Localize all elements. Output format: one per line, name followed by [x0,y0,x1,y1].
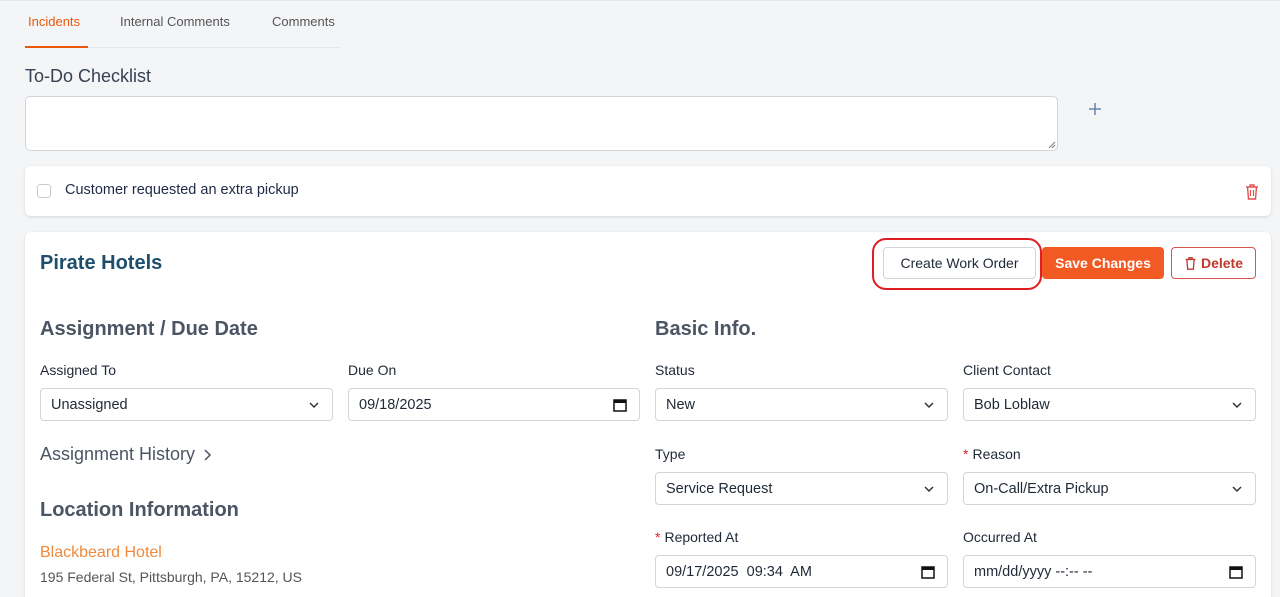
assignment-history-toggle[interactable]: Assignment History [40,444,213,465]
chevron-down-icon [924,402,934,409]
chevron-down-icon [1232,402,1242,409]
due-on-value: 09/18/2025 [359,396,432,413]
tab-incidents[interactable]: Incidents [28,14,80,29]
company-name: Pirate Hotels [40,252,163,274]
reason-label-text: Reason [972,446,1021,462]
tab-comments[interactable]: Comments [272,14,335,29]
due-on-label: Due On [348,362,397,378]
reported-at-value: 09/17/2025 09:34 AM [666,563,812,580]
reason-select[interactable]: On-Call/Extra Pickup [963,472,1256,505]
reason-value: On-Call/Extra Pickup [974,480,1109,497]
type-value: Service Request [666,480,773,497]
tab-bar: Incidents Internal Comments Comments [25,0,340,48]
required-marker: * [963,446,969,462]
location-name-link[interactable]: Blackbeard Hotel [40,544,162,562]
trash-icon[interactable] [1244,183,1260,201]
status-value: New [666,396,696,413]
todo-item: Customer requested an extra pickup [25,166,1271,216]
client-contact-label: Client Contact [963,362,1051,378]
required-marker: * [655,529,661,545]
chevron-down-icon [1232,486,1242,493]
client-contact-select[interactable]: Bob Loblaw [963,388,1256,421]
todo-item-checkbox[interactable] [37,184,51,198]
assigned-to-value: Unassigned [51,396,128,413]
active-tab-indicator [25,46,88,48]
type-label: Type [655,446,686,462]
occurred-at-label: Occurred At [963,529,1037,545]
client-contact-value: Bob Loblaw [974,396,1050,413]
location-address: 195 Federal St, Pittsburgh, PA, 15212, U… [40,569,303,585]
calendar-icon[interactable] [921,565,935,579]
delete-button[interactable]: Delete [1171,247,1256,279]
occurred-at-datetime-input[interactable]: mm/dd/yyyy --:-- -- [963,555,1256,588]
chevron-right-icon [204,448,212,461]
create-work-order-button[interactable]: Create Work Order [883,247,1036,279]
status-label: Status [655,362,695,378]
incident-card: Pirate Hotels Create Work Order Save Cha… [25,232,1271,597]
reported-at-label: * Reported At [655,529,738,545]
assigned-to-label: Assigned To [40,362,117,378]
save-changes-button[interactable]: Save Changes [1042,247,1164,279]
calendar-icon[interactable] [1229,565,1243,579]
reason-label: * Reason [963,446,1021,462]
occurred-at-value: mm/dd/yyyy --:-- -- [974,563,1093,580]
assignment-history-label: Assignment History [40,444,196,464]
trash-icon [1185,256,1196,270]
chevron-down-icon [924,486,934,493]
chevron-down-icon [309,402,319,409]
delete-button-label: Delete [1200,255,1244,271]
todo-checklist-title: To-Do Checklist [25,66,152,86]
reported-at-label-text: Reported At [664,529,739,545]
tab-internal-comments[interactable]: Internal Comments [120,14,230,29]
due-on-date-input[interactable]: 09/18/2025 [348,388,640,421]
assigned-to-select[interactable]: Unassigned [40,388,333,421]
resize-grip-icon[interactable] [1048,141,1056,149]
assignment-section-title: Assignment / Due Date [40,318,258,340]
status-select[interactable]: New [655,388,948,421]
todo-item-text: Customer requested an extra pickup [65,182,299,198]
location-section-title: Location Information [40,499,239,521]
add-todo-icon[interactable] [1086,100,1104,118]
type-select[interactable]: Service Request [655,472,948,505]
reported-at-datetime-input[interactable]: 09/17/2025 09:34 AM [655,555,948,588]
calendar-icon[interactable] [613,398,627,412]
basic-info-section-title: Basic Info. [655,318,757,340]
todo-input[interactable] [25,96,1058,151]
